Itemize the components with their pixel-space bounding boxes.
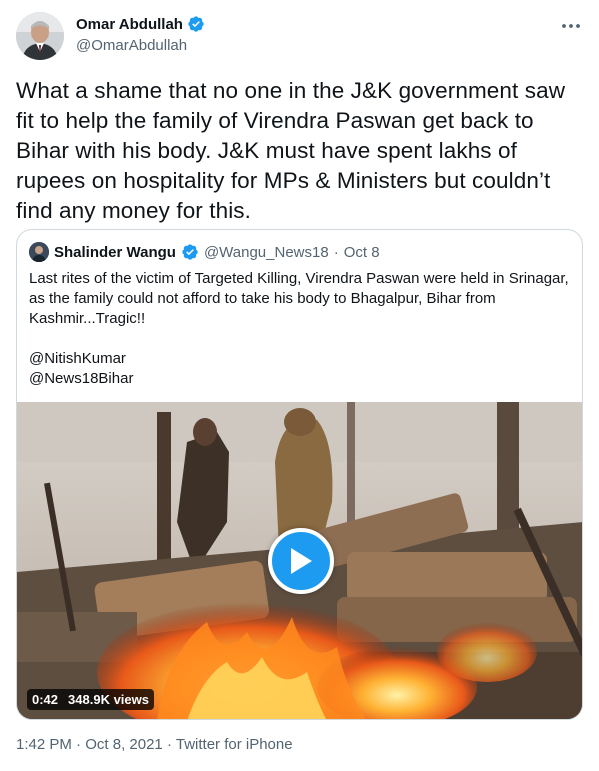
separator-dot: · <box>166 736 176 753</box>
video-duration: 0:42 <box>27 689 64 710</box>
separator-dot: · <box>76 736 86 753</box>
quoted-tweet-header: Shalinder Wangu @Wangu_News18 · Oct 8 <box>29 242 380 262</box>
author-name-row: Omar Abdullah <box>76 14 205 34</box>
video-views: 348.9K views <box>63 689 154 710</box>
author-handle[interactable]: @OmarAbdullah <box>76 37 205 54</box>
tweet-text: What a shame that no one in the J&K gove… <box>16 78 566 223</box>
tweet-date[interactable]: Oct 8, 2021 <box>85 736 163 753</box>
quoted-author-avatar <box>29 242 49 262</box>
quoted-tweet-body: Last rites of the victim of Targeted Kil… <box>29 270 569 327</box>
quoted-author-handle: @Wangu_News18 <box>203 243 329 261</box>
play-icon <box>291 548 312 574</box>
mention-news18bihar: @News18Bihar <box>29 370 134 387</box>
tweet-source[interactable]: Twitter for iPhone <box>176 736 293 753</box>
author-name[interactable]: Omar Abdullah <box>76 16 183 33</box>
video-thumbnail[interactable]: 0:42 348.9K views <box>17 402 582 719</box>
author-avatar[interactable] <box>16 12 64 60</box>
mention-nitishkumar: @NitishKumar <box>29 350 126 367</box>
separator-dot: · <box>333 243 339 261</box>
quoted-tweet[interactable]: Shalinder Wangu @Wangu_News18 · Oct 8 La… <box>16 229 583 720</box>
more-options-icon[interactable] <box>561 16 581 36</box>
verified-badge-icon <box>181 243 199 261</box>
quoted-author-name: Shalinder Wangu <box>54 243 176 261</box>
video-badges: 0:42 348.9K views <box>27 689 154 710</box>
quoted-tweet-date: Oct 8 <box>343 243 380 261</box>
tweet: Omar Abdullah @OmarAbdullah What a shame… <box>0 0 599 771</box>
quoted-tweet-text: Last rites of the victim of Targeted Kil… <box>29 269 574 389</box>
author-info: Omar Abdullah @OmarAbdullah <box>76 14 205 54</box>
play-button[interactable] <box>268 528 334 594</box>
verified-badge-icon <box>187 15 205 33</box>
tweet-time[interactable]: 1:42 PM <box>16 736 72 753</box>
tweet-footer: 1:42 PM · Oct 8, 2021 · Twitter for iPho… <box>16 736 293 753</box>
